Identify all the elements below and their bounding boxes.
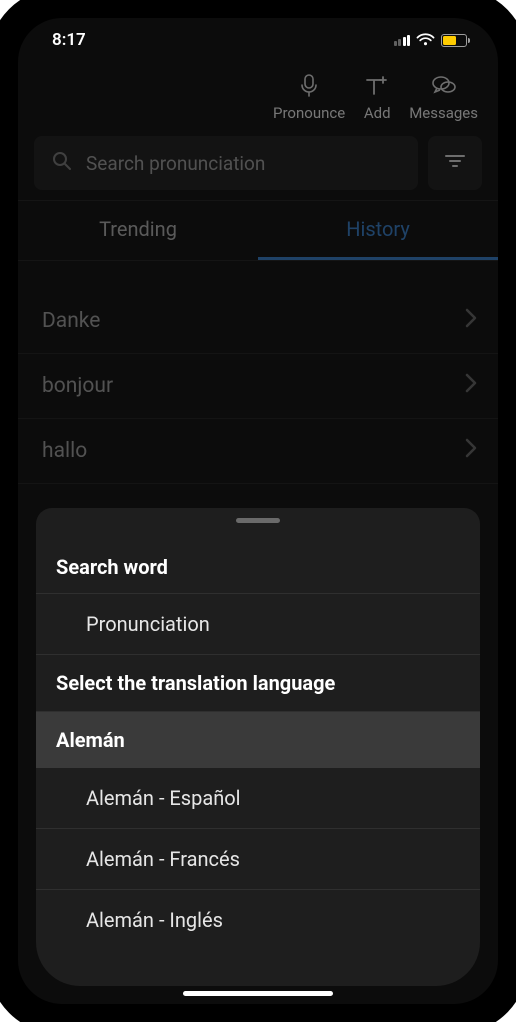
- history-item-label: bonjour: [42, 374, 113, 398]
- language-option[interactable]: Alemán - Francés: [36, 829, 480, 890]
- status-time: 8:17: [52, 30, 86, 50]
- battery-icon: [441, 34, 470, 47]
- search-placeholder: Search pronunciation: [86, 152, 265, 175]
- top-toolbar: Pronounce Add: [18, 62, 498, 128]
- chevron-right-icon: [464, 307, 478, 335]
- history-item[interactable]: Danke: [18, 289, 498, 354]
- chat-icon: [430, 72, 458, 100]
- bottom-sheet: Search word Pronunciation Select the tra…: [36, 508, 480, 986]
- messages-label: Messages: [409, 104, 478, 122]
- home-indicator[interactable]: [183, 991, 333, 996]
- wifi-icon: [416, 33, 435, 47]
- history-list: Danke bonjour hallo: [18, 261, 498, 484]
- pronounce-label: Pronounce: [273, 104, 345, 122]
- filter-button[interactable]: [428, 136, 482, 190]
- messages-button[interactable]: Messages: [409, 72, 478, 122]
- select-language-header: Select the translation language: [36, 655, 480, 712]
- language-group-header[interactable]: Alemán: [36, 712, 480, 768]
- language-option[interactable]: Alemán - Español: [36, 768, 480, 829]
- language-option[interactable]: Alemán - Inglés: [36, 890, 480, 950]
- history-item[interactable]: hallo: [18, 419, 498, 484]
- tabs: Trending History: [18, 200, 498, 261]
- tab-trending[interactable]: Trending: [18, 201, 258, 260]
- chevron-right-icon: [464, 372, 478, 400]
- filter-icon: [444, 152, 466, 174]
- history-item-label: Danke: [42, 309, 100, 333]
- pronounce-button[interactable]: Pronounce: [273, 72, 345, 122]
- cellular-icon: [394, 35, 411, 46]
- search-row: Search pronunciation: [18, 128, 498, 200]
- screen: 8:17: [18, 18, 498, 1004]
- pronunciation-option[interactable]: Pronunciation: [36, 594, 480, 655]
- background-content: Pronounce Add: [18, 62, 498, 484]
- history-item[interactable]: bonjour: [18, 354, 498, 419]
- status-right: [394, 33, 471, 47]
- add-button[interactable]: Add: [363, 72, 391, 122]
- add-label: Add: [364, 104, 391, 122]
- microphone-icon: [295, 72, 323, 100]
- chevron-right-icon: [464, 437, 478, 465]
- status-bar: 8:17: [18, 18, 498, 62]
- add-text-icon: [363, 72, 391, 100]
- sheet-grabber[interactable]: [236, 518, 280, 523]
- device-frame: 8:17: [0, 0, 516, 1022]
- tab-history[interactable]: History: [258, 201, 498, 260]
- search-input[interactable]: Search pronunciation: [34, 136, 418, 190]
- search-word-header: Search word: [36, 541, 480, 594]
- history-item-label: hallo: [42, 439, 87, 463]
- search-icon: [52, 151, 72, 175]
